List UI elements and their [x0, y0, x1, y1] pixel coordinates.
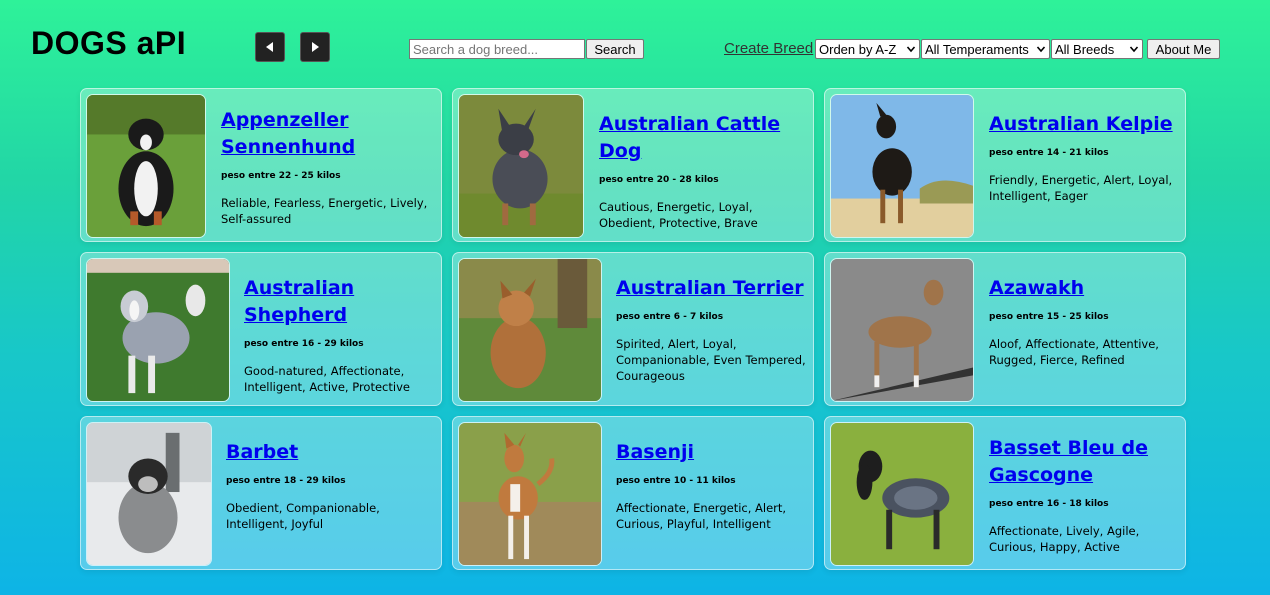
- breed-temperament: Spirited, Alert, Loyal, Companionable, E…: [616, 337, 806, 383]
- chevron-down-icon: [1129, 46, 1139, 53]
- order-select[interactable]: Orden by A-Z: [815, 39, 920, 59]
- dog-photo: [830, 422, 974, 566]
- dog-card: Azawakh peso entre 15 - 25 kilos Aloof, …: [824, 252, 1186, 406]
- breed-name-link[interactable]: Australian Shepherd: [244, 275, 435, 329]
- breed-weight: peso entre 15 - 25 kilos: [989, 312, 1109, 322]
- chevron-down-icon: [1036, 46, 1046, 53]
- breed-weight: peso entre 14 - 21 kilos: [989, 148, 1109, 158]
- dog-card: Barbet peso entre 18 - 29 kilos Obedient…: [80, 416, 442, 570]
- breed-temperament: Obedient, Companionable, Intelligent, Jo…: [226, 501, 380, 531]
- dog-card: Appenzeller Sennenhund peso entre 22 - 2…: [80, 88, 442, 242]
- dog-card: Basenji peso entre 10 - 11 kilos Affecti…: [452, 416, 814, 570]
- breeds-select[interactable]: All Breeds: [1051, 39, 1143, 59]
- dog-photo: [458, 258, 602, 402]
- dog-card: Australian Kelpie peso entre 14 - 21 kil…: [824, 88, 1186, 242]
- breed-name-link[interactable]: Australian Kelpie: [989, 111, 1179, 138]
- breed-temperament: Good-natured, Affectionate, Intelligent,…: [244, 364, 410, 394]
- breeds-select-value: All Breeds: [1055, 41, 1115, 57]
- breed-temperament: Friendly, Energetic, Alert, Loyal, Intel…: [989, 173, 1173, 203]
- breed-name-link[interactable]: Australian Cattle Dog: [599, 111, 807, 165]
- breed-name-link[interactable]: Australian Terrier: [616, 275, 807, 302]
- search-button[interactable]: Search: [586, 39, 644, 59]
- breed-weight: peso entre 16 - 29 kilos: [244, 339, 364, 349]
- triangle-left-icon: [266, 42, 273, 52]
- breed-weight: peso entre 6 - 7 kilos: [616, 312, 724, 322]
- breed-temperament: Affectionate, Energetic, Alert, Curious,…: [616, 501, 787, 531]
- breed-name-link[interactable]: Basenji: [616, 439, 807, 466]
- next-page-button[interactable]: [300, 32, 330, 62]
- about-me-button[interactable]: About Me: [1147, 39, 1220, 59]
- dog-card: Australian Shepherd peso entre 16 - 29 k…: [80, 252, 442, 406]
- dog-photo: [458, 422, 602, 566]
- breed-name-link[interactable]: Barbet: [226, 439, 435, 466]
- breed-weight: peso entre 20 - 28 kilos: [599, 175, 719, 185]
- dog-card: Australian Terrier peso entre 6 - 7 kilo…: [452, 252, 814, 406]
- dog-card: Basset Bleu de Gascogne peso entre 16 - …: [824, 416, 1186, 570]
- dog-photo: [86, 422, 212, 566]
- dog-photo: [830, 94, 974, 238]
- dog-photo: [86, 258, 230, 402]
- breed-weight: peso entre 18 - 29 kilos: [226, 476, 346, 486]
- breed-name-link[interactable]: Basset Bleu de Gascogne: [989, 435, 1179, 489]
- breed-name-link[interactable]: Azawakh: [989, 275, 1179, 302]
- breed-name-link[interactable]: Appenzeller Sennenhund: [221, 107, 435, 161]
- search-input[interactable]: [409, 39, 585, 59]
- breed-temperament: Cautious, Energetic, Loyal, Obedient, Pr…: [599, 200, 758, 230]
- dog-photo: [830, 258, 974, 402]
- breed-weight: peso entre 10 - 11 kilos: [616, 476, 736, 486]
- previous-page-button[interactable]: [255, 32, 285, 62]
- dog-photo: [86, 94, 206, 238]
- dog-card: Australian Cattle Dog peso entre 20 - 28…: [452, 88, 814, 242]
- dog-photo: [458, 94, 584, 238]
- breed-temperament: Aloof, Affectionate, Attentive, Rugged, …: [989, 337, 1159, 367]
- triangle-right-icon: [312, 42, 319, 52]
- breed-weight: peso entre 22 - 25 kilos: [221, 171, 341, 181]
- chevron-down-icon: [906, 46, 916, 53]
- app-title: DOGS aPI: [31, 25, 187, 61]
- order-select-value: Orden by A-Z: [819, 41, 897, 57]
- temperament-select[interactable]: All Temperaments: [921, 39, 1050, 59]
- create-breed-link[interactable]: Create Breed: [724, 40, 813, 57]
- breed-weight: peso entre 16 - 18 kilos: [989, 499, 1109, 509]
- breed-temperament: Affectionate, Lively, Agile, Curious, Ha…: [989, 524, 1140, 554]
- breed-temperament: Reliable, Fearless, Energetic, Lively, S…: [221, 196, 428, 226]
- temperament-select-value: All Temperaments: [925, 41, 1029, 57]
